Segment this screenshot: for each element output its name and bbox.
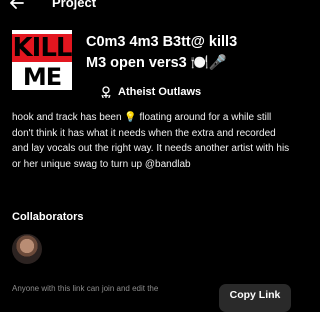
copy-link-button[interactable]: Copy Link xyxy=(219,284,291,312)
cover-art-top: KILL xyxy=(12,33,72,63)
track-title: C0m3 4m3 B3tt@ kill3 M3 open vers3 🍽️🎤 xyxy=(86,32,300,74)
arrow-left-icon xyxy=(10,0,24,9)
collaborator-avatar[interactable] xyxy=(12,234,42,264)
page-title: Project xyxy=(52,0,97,10)
track-title-line-2: M3 open vers3 🍽️🎤 xyxy=(86,55,227,71)
project-description: hook and track has been 💡 floating aroun… xyxy=(12,112,290,170)
artist-link[interactable]: Atheist Outlaws xyxy=(100,84,201,100)
collaborators-heading: Collaborators xyxy=(12,211,84,223)
header-bar: Project xyxy=(0,0,300,16)
atheist-symbol-icon xyxy=(100,86,112,98)
back-button[interactable] xyxy=(6,0,28,12)
cover-art: KILL ME xyxy=(12,30,72,90)
cover-art-bottom: ME xyxy=(22,63,62,90)
share-info-text: Anyone with this link can join and edit … xyxy=(12,284,159,293)
track-title-line-1: C0m3 4m3 B3tt@ kill3 xyxy=(86,34,238,50)
artist-name: Atheist Outlaws xyxy=(118,86,202,98)
